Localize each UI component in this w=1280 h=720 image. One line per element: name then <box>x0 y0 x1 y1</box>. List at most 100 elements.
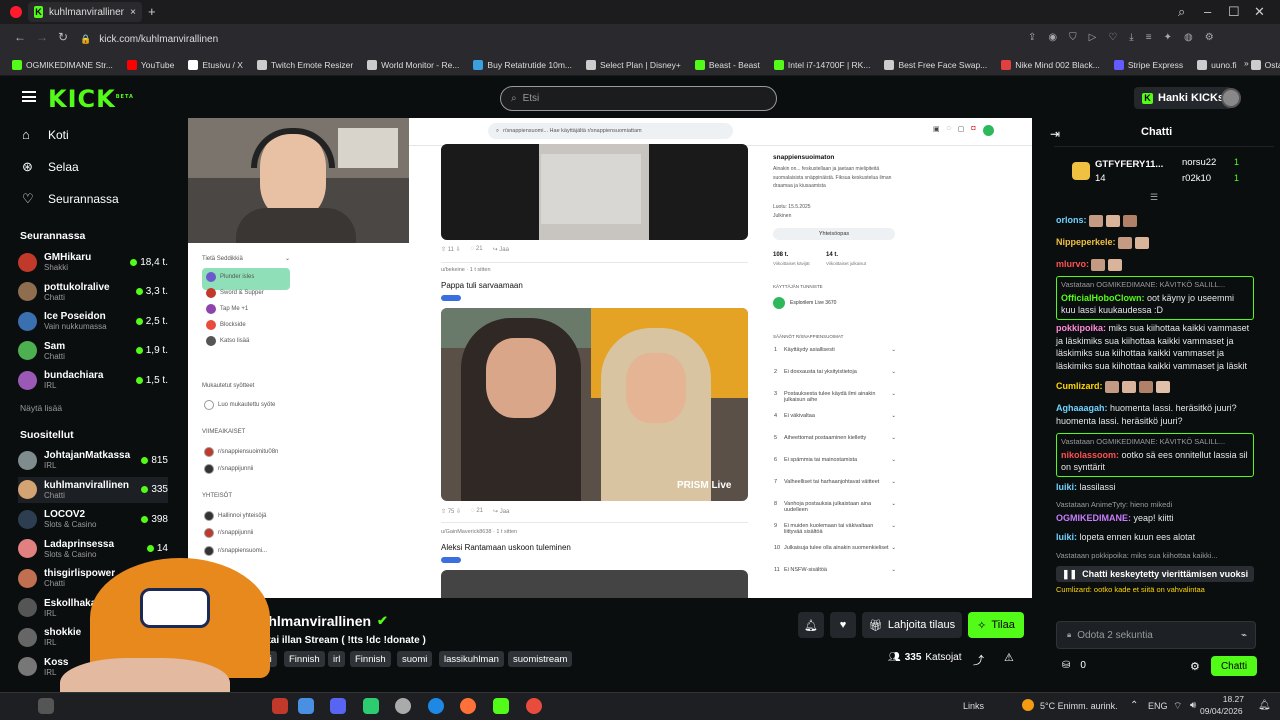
reload-icon[interactable]: ↻ <box>58 30 68 44</box>
sidebar-channel[interactable]: LOCOV2 Slots & Casino 398 <box>18 506 168 532</box>
chat-username[interactable]: Cumlizard: <box>1056 381 1103 391</box>
play-icon[interactable]: ▷ <box>1089 32 1097 43</box>
menu-lines-icon[interactable]: ≡ <box>1146 32 1152 43</box>
clock-date[interactable]: 09/04/2026 <box>1200 706 1243 716</box>
send-chat-button[interactable]: Chatti <box>1211 656 1257 676</box>
post2-comments[interactable]: ◌ 21 <box>471 508 483 515</box>
bookmark-item[interactable]: Etusivu / X <box>188 59 243 70</box>
kick-logo[interactable]: KICKBETA <box>48 85 134 113</box>
bookmarks-overflow-icon[interactable]: » <box>1244 58 1249 68</box>
chat-message[interactable]: orlons: <box>1056 214 1254 227</box>
tab-close-icon[interactable]: × <box>130 7 136 18</box>
chat-input[interactable]: 🔒︎ Odota 2 sekuntia ⌁ <box>1056 621 1256 649</box>
extension-icon[interactable]: ✦ <box>1164 32 1172 43</box>
stream-tag[interactable]: irl <box>328 651 346 667</box>
user-avatar[interactable] <box>1221 88 1241 108</box>
chat-username[interactable]: OfficialHoboClown: <box>1061 293 1145 303</box>
top-gifter-name[interactable]: GTFYFERY11... <box>1095 159 1163 170</box>
edge-icon[interactable] <box>428 698 444 714</box>
minimize-button[interactable]: – <box>1204 4 1211 19</box>
bookmark-item[interactable]: Select Plan | Disney+ <box>586 59 681 70</box>
bookmark-item[interactable]: YouTube <box>126 59 174 70</box>
chat-message[interactable]: mlurvo: <box>1056 258 1254 271</box>
post2-title[interactable]: Pappa tuli sarvaamaan <box>441 281 748 290</box>
share-button[interactable]: ⤴ <box>973 652 984 668</box>
language-indicator[interactable]: ENG <box>1148 701 1168 711</box>
maximize-button[interactable]: ☐ <box>1228 4 1240 20</box>
camera-icon[interactable]: ◉ <box>1048 32 1057 43</box>
clock-time[interactable]: 18.27 <box>1208 694 1244 704</box>
sidebar-channel[interactable]: GMHikaru Shakki 18,4 t. <box>18 249 168 275</box>
kick-app-icon[interactable] <box>493 698 509 714</box>
hamburger-menu-icon[interactable] <box>22 91 36 102</box>
bookmark-item[interactable]: OGMIKEDIMANE Str... <box>12 59 113 70</box>
heart-outline-icon[interactable]: ♡ <box>1108 32 1117 43</box>
firefox-icon[interactable] <box>460 698 476 714</box>
new-tab-button[interactable]: + <box>148 4 156 19</box>
stream-tag[interactable]: suomistream <box>508 651 573 667</box>
post1-comments[interactable]: ◌ 21 <box>471 246 483 253</box>
search-input[interactable]: ⌕ Etsi <box>500 86 777 111</box>
sidebar-channel[interactable]: Ice Poseidon Vain nukkumassa 2,5 t. <box>18 308 168 334</box>
bookmark-item[interactable]: Stripe Express <box>1113 59 1183 70</box>
bookmark-item[interactable]: World Monitor - Re... <box>367 59 459 70</box>
bookmark-item[interactable]: Nike Mind 002 Black... <box>1001 59 1100 70</box>
stream-tag[interactable]: Finnish <box>350 651 391 667</box>
shield-icon[interactable]: ⛉ <box>1069 32 1077 43</box>
chat-message[interactable]: Nippeperkele: <box>1056 236 1254 249</box>
weather-text[interactable]: 5°C Enimm. aurink. <box>1040 701 1118 711</box>
chat-username[interactable]: mlurvo: <box>1056 259 1089 269</box>
chat-points[interactable]: ⛁ 0 <box>1062 660 1086 671</box>
expand-gifters-icon[interactable]: ☰ <box>1150 192 1158 203</box>
sidebar-channel[interactable]: Sam Chatti 1,9 t. <box>18 338 168 364</box>
chat-message[interactable]: Cumlizard: <box>1056 380 1254 393</box>
spotify-icon[interactable] <box>363 698 379 714</box>
obs-icon[interactable] <box>395 698 411 714</box>
tray-up-arrow-icon[interactable]: ⌃ <box>1130 700 1138 711</box>
bookmark-item[interactable]: Twitch Emote Resizer <box>256 59 353 70</box>
chat-message[interactable]: pokkipoika: miks sua kiihottaa kaikki va… <box>1056 322 1254 372</box>
chat-message[interactable]: Vastataan pokkipoika: miks sua kiihottaa… <box>1056 550 1254 563</box>
chat-username[interactable]: nikolassoom: <box>1061 450 1119 460</box>
chat-username[interactable]: pokkipoika: <box>1056 323 1106 333</box>
chat-message[interactable]: Vastataan OGMIKEDIMANE: KÄVITKÖ SALILL..… <box>1056 276 1254 320</box>
browser-tab[interactable]: K kuhlmanvirallinen Str... × <box>28 2 142 22</box>
post3-title[interactable]: Aleksi Rantamaan uskoon tuleminen <box>441 543 748 552</box>
chat-message[interactable]: Vastataan OGMIKEDIMANE: KÄVITKÖ SALILL..… <box>1056 433 1254 477</box>
top2-gifter-name[interactable]: norsu22 <box>1182 157 1216 168</box>
share-icon[interactable]: ⇪ <box>1028 32 1036 43</box>
easy-setup-icon[interactable]: ⚙ <box>1205 32 1214 43</box>
opera-taskbar-icon[interactable] <box>526 698 542 714</box>
search-tabs-icon[interactable]: ⌕ <box>1178 4 1185 20</box>
stream-tag[interactable]: suomi <box>397 651 433 667</box>
network-icon[interactable]: ⌔ <box>1173 700 1182 713</box>
bookmark-item[interactable]: Best Free Face Swap... <box>884 59 987 70</box>
chat-username[interactable]: Aghaaagah: <box>1056 403 1108 413</box>
collapse-chat-icon[interactable]: ⇥ <box>1050 127 1060 141</box>
post1-votes[interactable]: ⇧ 11 ⇩ <box>441 246 461 253</box>
bookmark-item[interactable]: Buy Retatrutide 10m... <box>473 59 572 70</box>
chat-username[interactable]: luiki: <box>1056 532 1077 542</box>
task-view-icon[interactable] <box>38 698 54 714</box>
chat-username[interactable]: luiki: <box>1056 482 1077 492</box>
sidebar-channel[interactable]: JohtajanMatkassa IRL 815 <box>18 447 168 473</box>
notifications-center-icon[interactable]: 🔔︎ <box>1258 700 1271 711</box>
bookmark-item[interactable]: Beast - Beast <box>694 59 760 70</box>
emote-picker-icon[interactable]: ⌁ <box>1241 630 1247 641</box>
notifications-button[interactable]: 🔔︎ <box>798 612 824 638</box>
follow-button[interactable]: ♥ <box>830 612 856 638</box>
url-field[interactable]: 🔒 kick.com/kuhlmanvirallinen <box>80 28 1040 50</box>
chat-settings-icon[interactable]: ⚙ <box>1190 660 1200 673</box>
close-window-button[interactable]: ✕ <box>1254 4 1265 20</box>
post2-share[interactable]: ↪ Jaa <box>493 508 509 515</box>
sidebar-channel[interactable]: pottukolralive Chatti 3,3 t. <box>18 279 168 305</box>
show-more-link[interactable]: Näytä lisää <box>20 403 62 413</box>
subscribe-button[interactable]: ✧ Tilaa <box>968 612 1024 638</box>
app-icon-red[interactable] <box>272 698 288 714</box>
chat-username[interactable]: orlons: <box>1056 215 1087 225</box>
bookmark-item[interactable]: uuno.fi <box>1197 59 1237 70</box>
get-kicks-button[interactable]: K Hanki KICKs <box>1134 87 1233 109</box>
chat-paused-banner[interactable]: ❚❚ Chatti keskeytetty vierittämisen vuok… <box>1056 566 1254 582</box>
chat-message[interactable]: luiki: lopeta ennen kuun ees alotat <box>1056 531 1254 544</box>
chat-message[interactable]: luiki: lassilassi <box>1056 481 1254 494</box>
